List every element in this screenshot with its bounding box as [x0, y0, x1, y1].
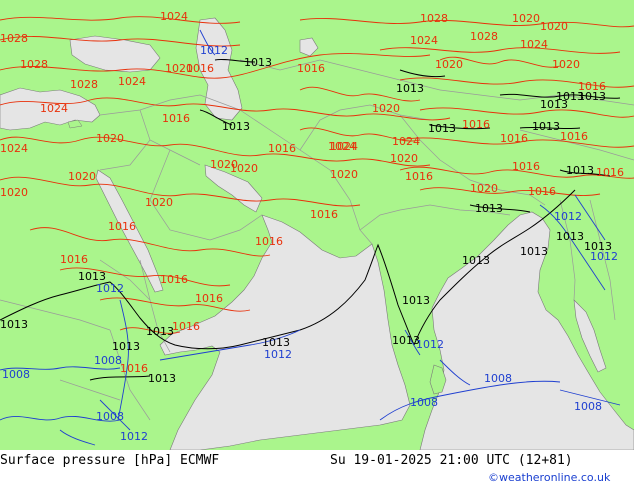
isobar-label: 1020 — [470, 182, 498, 195]
isobar-label: 1028 — [420, 12, 448, 25]
isobar-label: 1028 — [20, 58, 48, 71]
isobar-label: 1012 — [264, 348, 292, 361]
isobar-label: 1016 — [405, 170, 433, 183]
isobar-label: 1016 — [310, 208, 338, 221]
isobar-label: 1020 — [68, 170, 96, 183]
isobar-label: 1013 — [146, 325, 174, 338]
isobar-label: 1024 — [410, 34, 438, 47]
isobar-label: 1024 — [392, 135, 420, 148]
isobar-label: 1016 — [596, 166, 624, 179]
isobar-label: 1016 — [512, 160, 540, 173]
isobar-label: 1012 — [590, 250, 618, 263]
isobar-label: 1020 — [96, 132, 124, 145]
isobar-label: 1012 — [96, 282, 124, 295]
isobar-label: 1016 — [108, 220, 136, 233]
isobar-label: 1013 — [578, 90, 606, 103]
credit-link[interactable]: ©weatheronline.co.uk — [488, 471, 610, 484]
surface-pressure-map: 1028 1028 1024 1020 1024 1028 1024 1020 … — [0, 0, 634, 451]
isobar-label: 1024 — [118, 75, 146, 88]
isobar-label: 1013 — [540, 98, 568, 111]
isobar-label: 1020 — [372, 102, 400, 115]
isobar-label: 1020 — [230, 162, 258, 175]
isobar-label: 1012 — [120, 430, 148, 443]
isobar-label: 1013 — [532, 120, 560, 133]
isobar-label: 1016 — [500, 132, 528, 145]
isobar-label: 1012 — [416, 338, 444, 351]
isobar-label: 1016 — [297, 62, 325, 75]
isobar-label: 1024 — [0, 142, 28, 155]
isobar-label: 1008 — [94, 354, 122, 367]
isobar-label: 1024 — [40, 102, 68, 115]
isobar-label: 1024 — [160, 10, 188, 23]
isobar-label: 1020 — [540, 20, 568, 33]
isobar-label: 1013 — [566, 164, 594, 177]
isobar-label: 1020 — [552, 58, 580, 71]
isobar-label: 1008 — [96, 410, 124, 423]
isobar-label: 1020 — [512, 12, 540, 25]
isobar-label: 1013 — [396, 82, 424, 95]
map-title: Surface pressure [hPa] ECMWF — [0, 453, 220, 468]
isobar-label: 1016 — [528, 185, 556, 198]
isobar-label: 1013 — [244, 56, 272, 69]
isobar-label: 1024 — [328, 140, 356, 153]
isobar-label: 1020 — [330, 168, 358, 181]
isobar-label: 1008 — [2, 368, 30, 381]
isobar-label: 1016 — [195, 292, 223, 305]
isobar-label: 1013 — [112, 340, 140, 353]
isobar-label: 1013 — [402, 294, 430, 307]
isobar-label: 1028 — [0, 32, 28, 45]
isobar-label: 1016 — [60, 253, 88, 266]
isobar-label: 1020 — [165, 62, 193, 75]
isobar-label: 1016 — [162, 112, 190, 125]
isobar-label: 1016 — [120, 362, 148, 375]
isobar-label: 1008 — [574, 400, 602, 413]
isobar-label: 1013 — [520, 245, 548, 258]
isobar-label: 1020 — [390, 152, 418, 165]
isobar-label: 1013 — [428, 122, 456, 135]
isobar-label: 1008 — [410, 396, 438, 409]
isobar-label: 1020 — [0, 186, 28, 199]
footer-bar: Surface pressure [hPa] ECMWF Su 19-01-20… — [0, 450, 634, 490]
isobar-label: 1016 — [160, 273, 188, 286]
isobar-label: 1013 — [148, 372, 176, 385]
isobar-label: 1024 — [520, 38, 548, 51]
valid-time: Su 19-01-2025 21:00 UTC (12+81) — [330, 453, 573, 468]
isobar-label: 1020 — [145, 196, 173, 209]
isobar-label: 1016 — [462, 118, 490, 131]
isobar-label: 1012 — [200, 44, 228, 57]
isobar-label: 1028 — [470, 30, 498, 43]
isobar-label: 1016 — [172, 320, 200, 333]
isobar-label: 1013 — [222, 120, 250, 133]
isobar-label: 1016 — [560, 130, 588, 143]
isobar-label: 1016 — [255, 235, 283, 248]
isobar-label: 1028 — [70, 78, 98, 91]
isobar-label: 1016 — [268, 142, 296, 155]
isobar-label: 1013 — [0, 318, 28, 331]
isobar-label: 1008 — [484, 372, 512, 385]
isobar-label: 1013 — [556, 230, 584, 243]
isobar-label: 1013 — [475, 202, 503, 215]
isobar-label: 1020 — [435, 58, 463, 71]
isobar-label: 1012 — [554, 210, 582, 223]
isobar-label: 1013 — [462, 254, 490, 267]
